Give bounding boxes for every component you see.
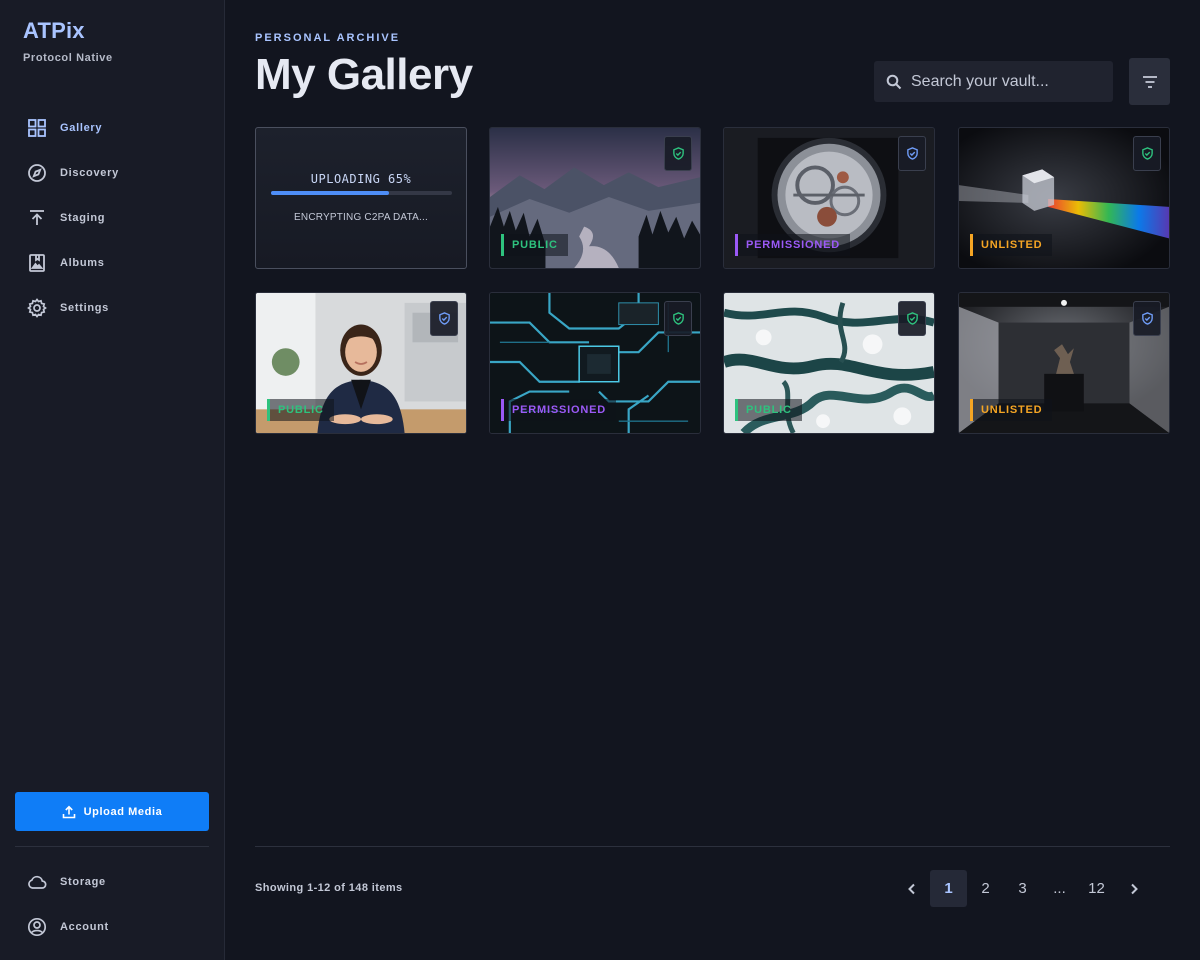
gallery-card-glass-prism[interactable]: UNLISTED xyxy=(958,127,1170,269)
visibility-badge: UNLISTED xyxy=(970,399,1053,421)
verified-shield-button[interactable] xyxy=(664,301,692,336)
next-page-button[interactable] xyxy=(1115,870,1152,907)
verified-shield-button[interactable] xyxy=(664,136,692,171)
previous-page-button[interactable] xyxy=(893,870,930,907)
visibility-badge: PUBLIC xyxy=(501,234,568,256)
gear-icon xyxy=(27,297,47,318)
sidebar-item-label: Albums xyxy=(60,256,105,269)
visibility-badge: UNLISTED xyxy=(970,234,1053,256)
upload-progress-subtitle: ENCRYPTING C2PA DATA... xyxy=(294,212,428,223)
upload-arrow-icon xyxy=(27,208,47,228)
sidebar-divider xyxy=(15,846,209,847)
visibility-badge: PUBLIC xyxy=(735,399,802,421)
sidebar-item-label: Settings xyxy=(60,301,109,314)
album-icon xyxy=(27,253,47,273)
sidebar-item-settings[interactable]: Settings xyxy=(0,285,224,330)
visibility-badge: PUBLIC xyxy=(267,399,334,421)
page-button-3[interactable]: 3 xyxy=(1004,870,1041,907)
gallery-card-gallery-sculpture[interactable]: UNLISTED xyxy=(958,292,1170,434)
account-icon xyxy=(27,917,47,937)
verified-shield-button[interactable] xyxy=(430,301,458,336)
sidebar-item-label: Discovery xyxy=(60,166,119,179)
verified-shield-button[interactable] xyxy=(1133,301,1161,336)
footer-divider xyxy=(255,846,1170,847)
uploading-card: UPLOADING 65% ENCRYPTING C2PA DATA... xyxy=(255,127,467,269)
upload-progress-bar xyxy=(271,191,452,195)
sidebar-item-label: Account xyxy=(60,920,109,933)
upload-progress-fill xyxy=(271,191,389,195)
sidebar: ATPix Protocol Native Gallery Discovery xyxy=(0,0,225,960)
gallery-card-mountain-lake[interactable]: PUBLIC xyxy=(489,127,701,269)
pagination: 1 2 3 ... 12 xyxy=(893,870,1152,907)
grid-icon xyxy=(27,118,47,138)
shield-check-icon xyxy=(672,147,684,160)
shield-check-icon xyxy=(906,312,918,325)
sidebar-item-label: Storage xyxy=(60,875,106,888)
upload-media-button[interactable]: Upload Media xyxy=(15,792,209,831)
search-icon xyxy=(886,74,902,89)
shield-check-icon xyxy=(672,312,684,325)
page-title: My Gallery xyxy=(255,50,473,99)
filter-icon xyxy=(1142,75,1157,88)
brand[interactable]: ATPix Protocol Native xyxy=(23,18,113,64)
page-ellipsis: ... xyxy=(1053,880,1066,897)
sidebar-item-label: Gallery xyxy=(60,121,103,134)
sidebar-item-label: Staging xyxy=(60,211,106,224)
brand-name: ATPix xyxy=(23,18,85,43)
visibility-badge: PERMISSIONED xyxy=(735,234,850,256)
upload-media-label: Upload Media xyxy=(83,805,163,818)
chevron-right-icon xyxy=(1130,883,1138,894)
gallery-card-circuit-board[interactable]: PERMISSIONED xyxy=(489,292,701,434)
upload-progress-title: UPLOADING 65% xyxy=(310,172,412,186)
gallery-card-frozen-river[interactable]: PUBLIC xyxy=(723,292,935,434)
cloud-icon xyxy=(27,872,47,892)
sidebar-item-discovery[interactable]: Discovery xyxy=(0,150,224,195)
compass-icon xyxy=(27,163,47,183)
page-button-1[interactable]: 1 xyxy=(930,870,967,907)
sidebar-item-staging[interactable]: Staging xyxy=(0,195,224,240)
page-eyebrow: PERSONAL ARCHIVE xyxy=(255,32,401,44)
shield-check-icon xyxy=(438,312,450,325)
shield-check-icon xyxy=(1141,147,1153,160)
sidebar-nav: Gallery Discovery Staging Albums Setting… xyxy=(0,105,224,330)
gallery-card-businesswoman-portrait[interactable]: PUBLIC xyxy=(255,292,467,434)
verified-shield-button[interactable] xyxy=(898,301,926,336)
chevron-left-icon xyxy=(907,883,915,894)
visibility-badge: PERMISSIONED xyxy=(501,399,616,421)
shield-check-icon xyxy=(906,147,918,160)
sidebar-item-storage[interactable]: Storage xyxy=(0,859,224,904)
verified-shield-button[interactable] xyxy=(898,136,926,171)
upload-icon xyxy=(62,805,75,818)
brand-subtitle: Protocol Native xyxy=(23,52,113,64)
verified-shield-button[interactable] xyxy=(1133,136,1161,171)
search-input[interactable] xyxy=(911,72,1101,91)
results-count: Showing 1-12 of 148 items xyxy=(255,882,403,894)
page-button-12[interactable]: 12 xyxy=(1078,870,1115,907)
sidebar-item-albums[interactable]: Albums xyxy=(0,240,224,285)
sidebar-bottom-nav: Storage Account xyxy=(0,859,224,949)
gallery-card-watch-movement[interactable]: PERMISSIONED xyxy=(723,127,935,269)
page-button-2[interactable]: 2 xyxy=(967,870,1004,907)
sidebar-item-account[interactable]: Account xyxy=(0,904,224,949)
filter-button[interactable] xyxy=(1129,58,1170,105)
sidebar-item-gallery[interactable]: Gallery xyxy=(0,105,224,150)
shield-check-icon xyxy=(1141,312,1153,325)
search-bar[interactable] xyxy=(874,61,1113,102)
